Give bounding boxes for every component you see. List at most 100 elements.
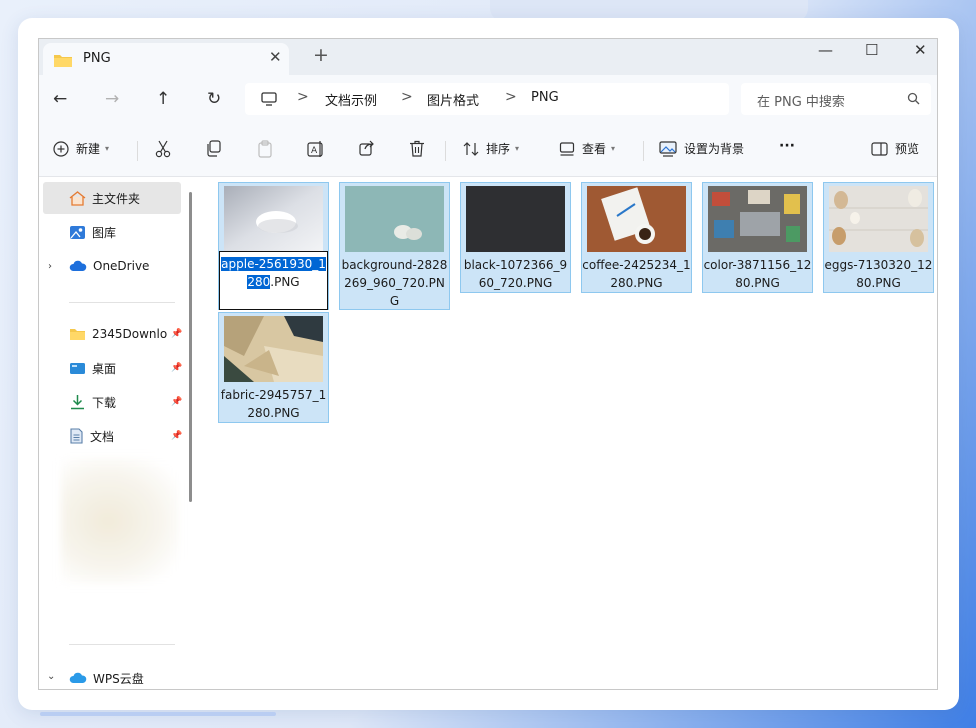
sidebar-item-label: 图库 — [92, 225, 117, 240]
sidebar-item-wps-cloud[interactable]: WPS云盘 — [43, 662, 181, 689]
set-background-button[interactable]: 设置为背景 — [659, 140, 744, 157]
file-list: apple-2561930_1280.PNG background-282826… — [200, 178, 937, 689]
file-explorer-window: PNG ✕ + — ☐ ✕ ← → ↑ ↻ > 文档示例 > 图片格式 > PN… — [38, 38, 938, 690]
cut-button[interactable] — [155, 140, 178, 158]
maximize-button[interactable]: ☐ — [865, 41, 878, 59]
document-icon — [70, 428, 83, 444]
up-button[interactable]: ↑ — [156, 89, 170, 109]
copy-button[interactable] — [205, 140, 228, 157]
breadcrumb[interactable]: > 文档示例 > 图片格式 > PNG — [245, 83, 729, 115]
share-icon — [359, 140, 374, 156]
breadcrumb-png[interactable]: PNG — [531, 90, 559, 105]
tab-title: PNG — [83, 51, 111, 66]
new-label: 新建 — [76, 142, 101, 156]
forward-button[interactable]: → — [105, 89, 119, 109]
view-icon — [559, 141, 575, 156]
share-button[interactable] — [359, 140, 382, 156]
rename-input[interactable]: apple-2561930_1280.PNG — [219, 251, 328, 310]
cloud-icon — [69, 260, 87, 271]
file-thumbnail — [829, 186, 928, 252]
chevron-down-icon: ▾ — [105, 144, 110, 153]
tab-png[interactable]: PNG ✕ — [43, 43, 289, 75]
tab-close-icon[interactable]: ✕ — [269, 48, 282, 66]
folder-icon — [70, 329, 85, 340]
background-strip — [40, 712, 276, 716]
command-bar: 新建 ▾ A 排序 ▾ 查看 ▾ 设置为背景 ··· 预览 — [39, 125, 937, 177]
sidebar-item-label: 2345Downlo — [92, 327, 168, 341]
sidebar-item-label: 主文件夹 — [92, 191, 141, 206]
back-button[interactable]: ← — [53, 89, 67, 109]
sidebar-scrollbar[interactable] — [189, 192, 192, 502]
copy-icon — [207, 140, 221, 157]
new-button[interactable]: 新建 ▾ — [53, 140, 109, 157]
cloud-icon — [69, 672, 87, 683]
delete-button[interactable] — [409, 140, 432, 157]
search-input[interactable]: 在 PNG 中搜索 — [741, 83, 931, 115]
more-options-button[interactable]: ··· — [779, 138, 795, 154]
view-button[interactable]: 查看 ▾ — [559, 140, 615, 157]
navigation-pane: 主文件夹 图库 › OneDrive 2345Downlo 📌 桌面 📌 下载 … — [39, 178, 199, 689]
sort-icon — [463, 141, 479, 156]
address-bar-row: ← → ↑ ↻ > 文档示例 > 图片格式 > PNG 在 PNG 中搜索 — [39, 75, 937, 125]
breadcrumb-separator: > — [297, 89, 309, 105]
sort-button[interactable]: 排序 ▾ — [463, 140, 519, 157]
sidebar-item-desktop[interactable]: 桌面 📌 — [43, 352, 183, 384]
file-item[interactable]: apple-2561930_1280.PNG — [218, 182, 329, 310]
plus-circle-icon — [53, 140, 69, 157]
computer-icon — [261, 92, 277, 106]
sort-label: 排序 — [486, 142, 511, 156]
sidebar-item-label: OneDrive — [93, 259, 150, 273]
view-label: 查看 — [582, 142, 607, 156]
wallpaper-icon — [659, 140, 677, 157]
chevron-down-icon: ▾ — [611, 144, 616, 153]
home-icon — [69, 190, 86, 206]
sidebar-item-2345downloads[interactable]: 2345Downlo 📌 — [43, 318, 182, 350]
breadcrumb-separator: > — [401, 89, 413, 105]
rename-button[interactable]: A — [307, 140, 332, 158]
folder-icon — [54, 55, 72, 67]
paste-button[interactable] — [257, 140, 280, 158]
refresh-button[interactable]: ↻ — [207, 89, 221, 109]
sidebar-item-label: 下载 — [92, 395, 117, 410]
file-item[interactable]: fabric-2945757_1280.PNG — [218, 312, 329, 423]
breadcrumb-documents[interactable]: 文档示例 — [325, 90, 377, 109]
file-name: eggs-7130320_1280.PNG — [824, 258, 933, 290]
divider — [445, 141, 446, 161]
divider — [69, 644, 175, 645]
pin-icon: 📌 — [171, 397, 183, 407]
close-window-button[interactable]: ✕ — [914, 41, 927, 59]
new-tab-button[interactable]: + — [313, 44, 329, 66]
file-item[interactable]: background-2828269_960_720.PNG — [339, 182, 450, 310]
tab-bar: PNG ✕ + — ☐ ✕ — [39, 39, 937, 75]
svg-text:A: A — [311, 146, 318, 156]
file-name: coffee-2425234_1280.PNG — [582, 258, 691, 290]
file-thumbnail — [224, 316, 323, 382]
sidebar-item-documents[interactable]: 文档 📌 — [43, 420, 183, 452]
sidebar-item-gallery[interactable]: 图库 — [43, 216, 181, 248]
trash-icon — [410, 140, 424, 157]
rename-icon: A — [307, 141, 323, 157]
sidebar-item-home[interactable]: 主文件夹 — [43, 182, 181, 214]
minimize-button[interactable]: — — [818, 41, 833, 59]
chevron-down-icon: ▾ — [515, 144, 520, 153]
file-item[interactable]: color-3871156_1280.PNG — [702, 182, 813, 293]
sidebar-item-downloads[interactable]: 下载 📌 — [43, 386, 183, 418]
sidebar-item-label: 桌面 — [92, 361, 117, 376]
file-thumbnail — [224, 186, 323, 252]
desktop-icon — [70, 362, 85, 374]
file-item[interactable]: black-1072366_960_720.PNG — [460, 182, 571, 293]
divider — [137, 141, 138, 161]
pin-icon: 📌 — [171, 431, 183, 441]
divider — [69, 302, 175, 303]
file-thumbnail — [345, 186, 444, 252]
file-item[interactable]: eggs-7130320_1280.PNG — [823, 182, 934, 293]
sidebar-item-onedrive[interactable]: OneDrive — [43, 250, 181, 282]
download-icon — [71, 395, 84, 410]
preview-pane-button[interactable]: 预览 — [871, 140, 919, 157]
breadcrumb-separator: > — [505, 89, 517, 105]
file-name: color-3871156_1280.PNG — [703, 258, 812, 290]
file-thumbnail — [587, 186, 686, 252]
breadcrumb-image-formats[interactable]: 图片格式 — [427, 90, 479, 109]
file-item[interactable]: coffee-2425234_1280.PNG — [581, 182, 692, 293]
pin-icon: 📌 — [171, 363, 183, 373]
